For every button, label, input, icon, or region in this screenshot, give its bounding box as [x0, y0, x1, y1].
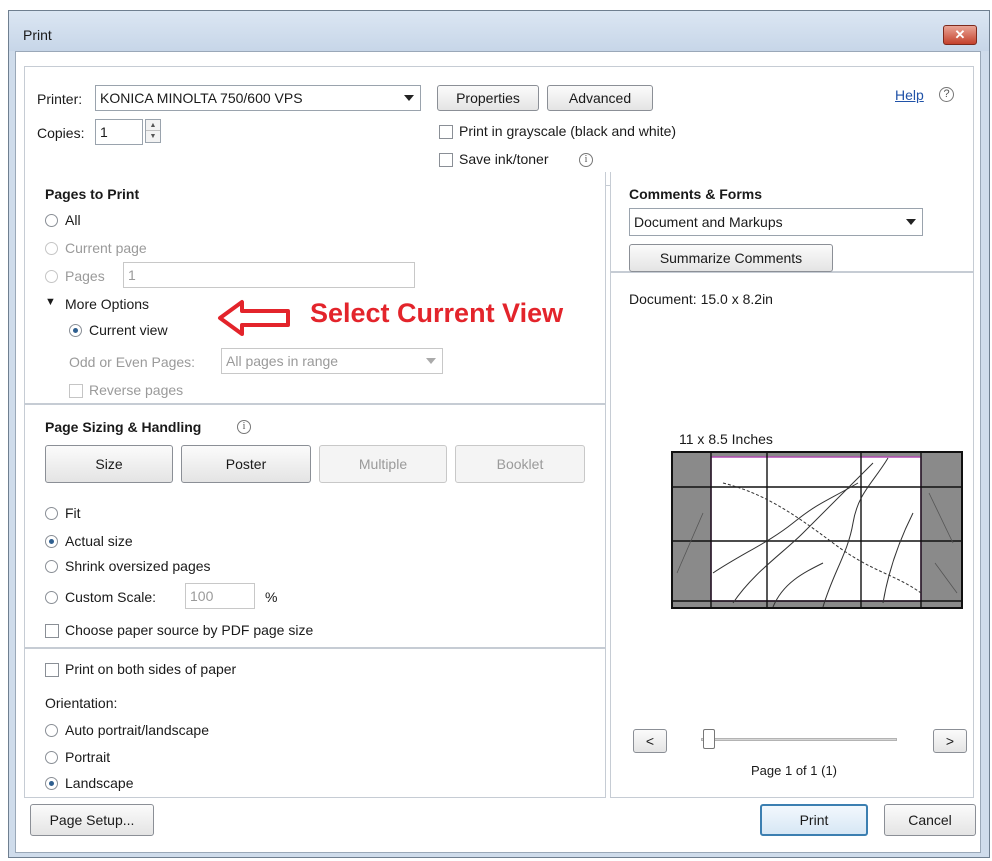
printer-label: Printer:	[37, 91, 83, 107]
odd-even-value: All pages in range	[226, 353, 339, 369]
page-sizing-panel: Page Sizing & Handling i Size Poster Mul…	[24, 404, 606, 648]
preview-panel: Document: 15.0 x 8.2in 11 x 8.5 Inches <…	[610, 272, 974, 798]
portrait-radio[interactable]	[45, 751, 58, 764]
shrink-radio[interactable]	[45, 560, 58, 573]
window-title: Print	[23, 27, 52, 43]
pages-label: Pages	[65, 268, 105, 284]
page-slider-thumb[interactable]	[703, 729, 715, 749]
multiple-button[interactable]: Multiple	[319, 445, 447, 483]
annotation-text: Select Current View	[310, 298, 564, 328]
cancel-button[interactable]: Cancel	[884, 804, 976, 836]
page-sizing-heading: Page Sizing & Handling	[45, 419, 202, 435]
info-icon[interactable]: i	[237, 420, 251, 434]
comments-forms-select[interactable]: Document and Markups	[629, 208, 923, 236]
current-page-radio[interactable]	[45, 242, 58, 255]
previous-page-button[interactable]: <	[633, 729, 667, 753]
percent-label: %	[265, 589, 278, 605]
info-icon[interactable]: i	[579, 153, 593, 167]
copies-value: 1	[100, 124, 108, 140]
close-button[interactable]: ✕	[943, 25, 977, 45]
booklet-button[interactable]: Booklet	[455, 445, 585, 483]
arrow-left-icon	[218, 300, 290, 336]
printer-select[interactable]: KONICA MINOLTA 750/600 VPS	[95, 85, 421, 111]
pages-to-print-heading: Pages to Print	[45, 186, 140, 202]
current-view-radio[interactable]	[69, 324, 82, 337]
auto-orientation-radio[interactable]	[45, 724, 58, 737]
save-ink-label: Save ink/toner	[459, 151, 549, 167]
paper-size-label: 11 x 8.5 Inches	[679, 431, 773, 447]
map-preview-image	[673, 453, 961, 608]
custom-scale-radio[interactable]	[45, 591, 58, 604]
custom-scale-label: Custom Scale:	[65, 589, 157, 605]
spin-down-icon[interactable]: ▼	[146, 131, 160, 142]
advanced-button[interactable]: Advanced	[547, 85, 653, 111]
help-link[interactable]: Help	[895, 87, 924, 103]
copies-stepper[interactable]: ▲ ▼	[145, 119, 161, 143]
landscape-radio[interactable]	[45, 777, 58, 790]
preview-thumbnail	[671, 451, 963, 609]
more-options-toggle[interactable]: More Options	[65, 296, 149, 312]
spin-up-icon[interactable]: ▲	[146, 120, 160, 131]
both-sides-checkbox[interactable]	[45, 663, 59, 677]
comments-forms-heading: Comments & Forms	[629, 186, 763, 202]
reverse-pages-label: Reverse pages	[89, 382, 184, 398]
grayscale-label: Print in grayscale (black and white)	[459, 123, 677, 139]
print-dialog: Print ✕ Printer: KONICA MINOLTA 750/600 …	[8, 10, 990, 858]
print-button[interactable]: Print	[760, 804, 868, 836]
dialog-body: Printer: KONICA MINOLTA 750/600 VPS Prop…	[15, 51, 981, 853]
odd-even-label: Odd or Even Pages:	[69, 354, 196, 370]
close-icon: ✕	[954, 27, 966, 42]
page-setup-button[interactable]: Page Setup...	[30, 804, 154, 836]
reverse-pages-checkbox[interactable]	[69, 384, 83, 398]
copies-label: Copies:	[37, 125, 85, 141]
odd-even-select[interactable]: All pages in range	[221, 348, 443, 374]
paper-source-label: Choose paper source by PDF page size	[65, 622, 314, 638]
properties-button[interactable]: Properties	[437, 85, 539, 111]
chevron-down-icon	[906, 219, 916, 225]
chevron-down-icon	[404, 95, 414, 101]
orientation-panel: Print on both sides of paper Orientation…	[24, 648, 606, 798]
current-page-label: Current page	[65, 240, 147, 256]
all-label: All	[65, 212, 81, 228]
printer-panel: Printer: KONICA MINOLTA 750/600 VPS Prop…	[24, 66, 974, 186]
printer-value: KONICA MINOLTA 750/600 VPS	[100, 90, 303, 106]
actual-size-label: Actual size	[65, 533, 133, 549]
page-indicator: Page 1 of 1 (1)	[751, 763, 837, 778]
all-radio[interactable]	[45, 214, 58, 227]
both-sides-label: Print on both sides of paper	[65, 661, 237, 677]
pages-radio[interactable]	[45, 270, 58, 283]
title-bar[interactable]: Print ✕	[9, 11, 989, 51]
current-view-label: Current view	[89, 322, 168, 338]
custom-scale-value: 100	[190, 588, 214, 604]
paper-source-checkbox[interactable]	[45, 624, 59, 638]
save-ink-checkbox[interactable]	[439, 153, 453, 167]
summarize-comments-button[interactable]: Summarize Comments	[629, 244, 833, 272]
auto-orientation-label: Auto portrait/landscape	[65, 722, 209, 738]
fit-label: Fit	[65, 505, 81, 521]
orientation-label: Orientation:	[45, 695, 118, 711]
landscape-label: Landscape	[65, 775, 134, 791]
shrink-label: Shrink oversized pages	[65, 558, 211, 574]
grayscale-checkbox[interactable]	[439, 125, 453, 139]
comments-forms-panel: Comments & Forms Document and Markups Su…	[610, 172, 974, 272]
next-page-button[interactable]: >	[933, 729, 967, 753]
disclosure-triangle-icon[interactable]: ▼	[45, 296, 56, 308]
pages-range-value: 1	[128, 267, 136, 283]
actual-size-radio[interactable]	[45, 535, 58, 548]
pages-range-input[interactable]: 1	[123, 262, 415, 288]
portrait-label: Portrait	[65, 749, 111, 765]
size-button[interactable]: Size	[45, 445, 173, 483]
custom-scale-input[interactable]: 100	[185, 583, 255, 609]
comments-forms-value: Document and Markups	[634, 214, 783, 230]
copies-input[interactable]: 1	[95, 119, 143, 145]
page-slider-track[interactable]	[701, 738, 897, 741]
document-size-label: Document: 15.0 x 8.2in	[629, 291, 773, 307]
help-icon[interactable]: ?	[939, 87, 954, 102]
fit-radio[interactable]	[45, 507, 58, 520]
chevron-down-icon	[426, 358, 436, 364]
poster-button[interactable]: Poster	[181, 445, 311, 483]
pages-to-print-panel: Pages to Print All Current page Pages 1 …	[24, 172, 606, 404]
